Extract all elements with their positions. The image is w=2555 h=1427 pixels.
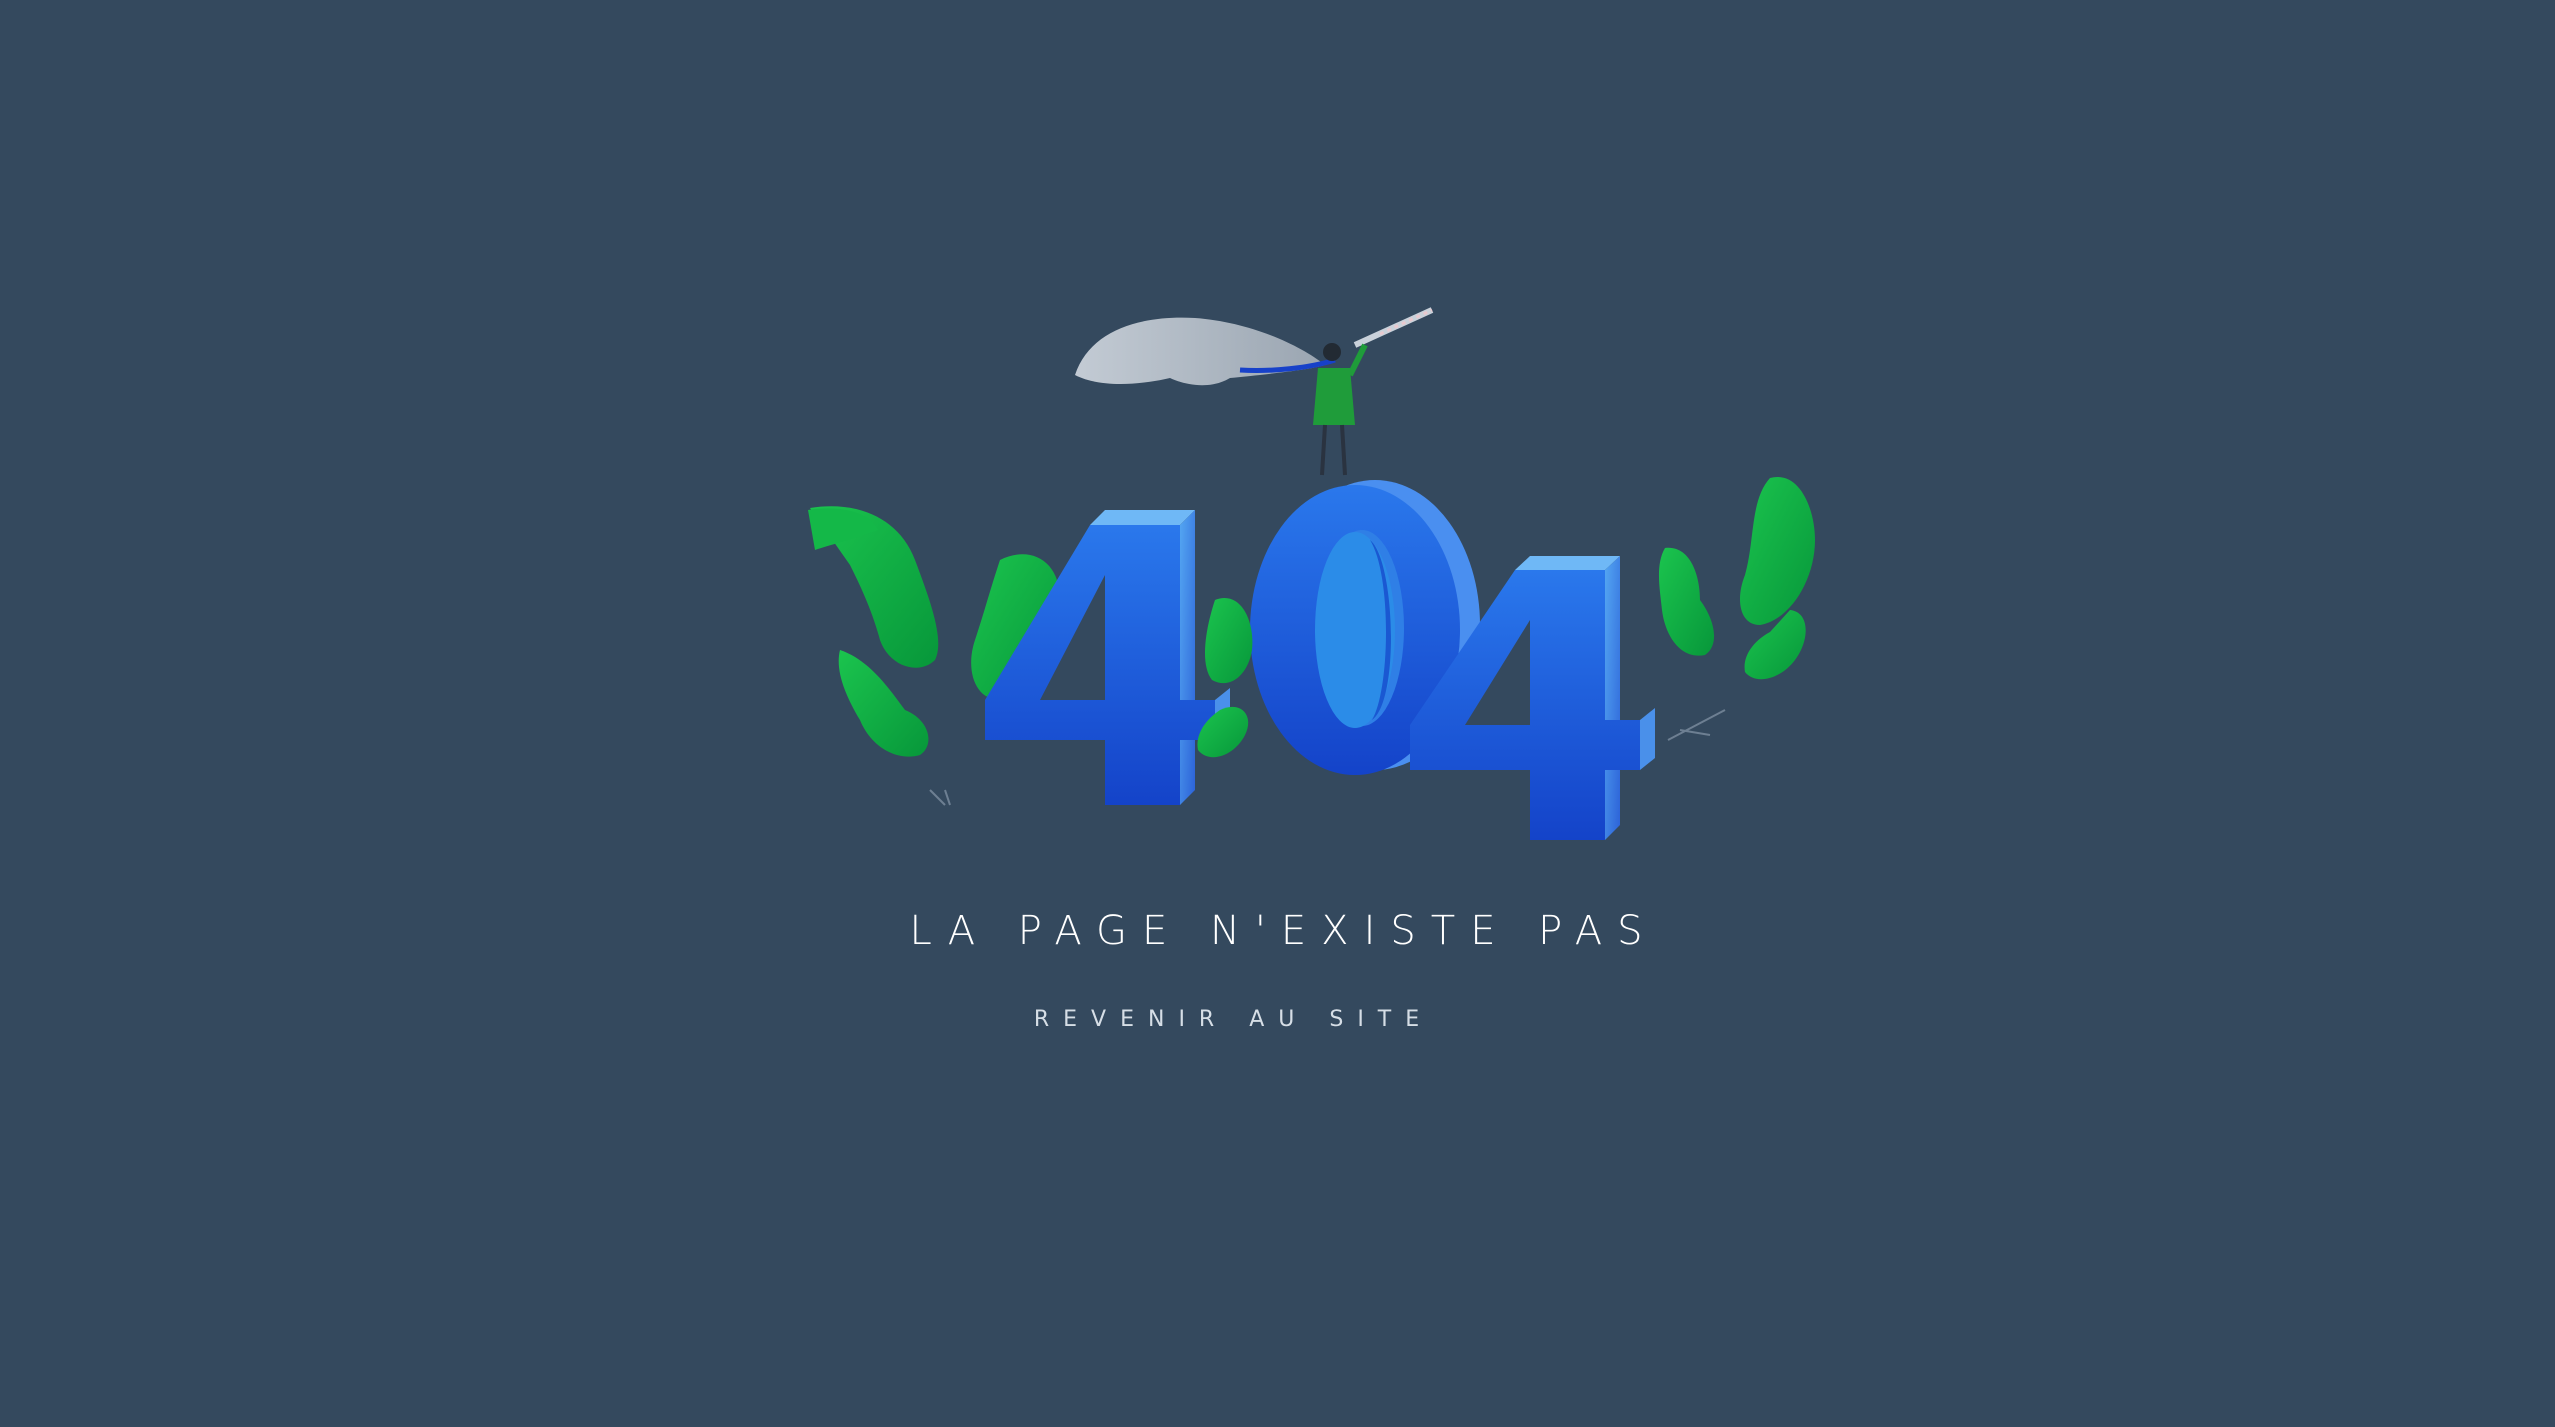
middle-leaves (1197, 598, 1253, 758)
smoke-cloud (1075, 317, 1325, 386)
back-to-site-link[interactable]: REVENIR AU SITE (0, 1007, 2467, 1032)
error-message: LA PAGE N'EXISTE PAS (909, 908, 1658, 954)
leaf-icon (1658, 547, 1715, 656)
404-illustration (808, 307, 1815, 840)
explorer-character (1075, 307, 1434, 476)
telescope-icon (1353, 307, 1434, 348)
leaf-icon (1740, 476, 1815, 625)
leaf-icon (1204, 598, 1253, 684)
error-page: LA PAGE N'EXISTE PAS REVENIR AU SITE (0, 0, 2555, 1427)
right-leaves (1658, 476, 1815, 741)
digit-4-left (985, 510, 1230, 805)
